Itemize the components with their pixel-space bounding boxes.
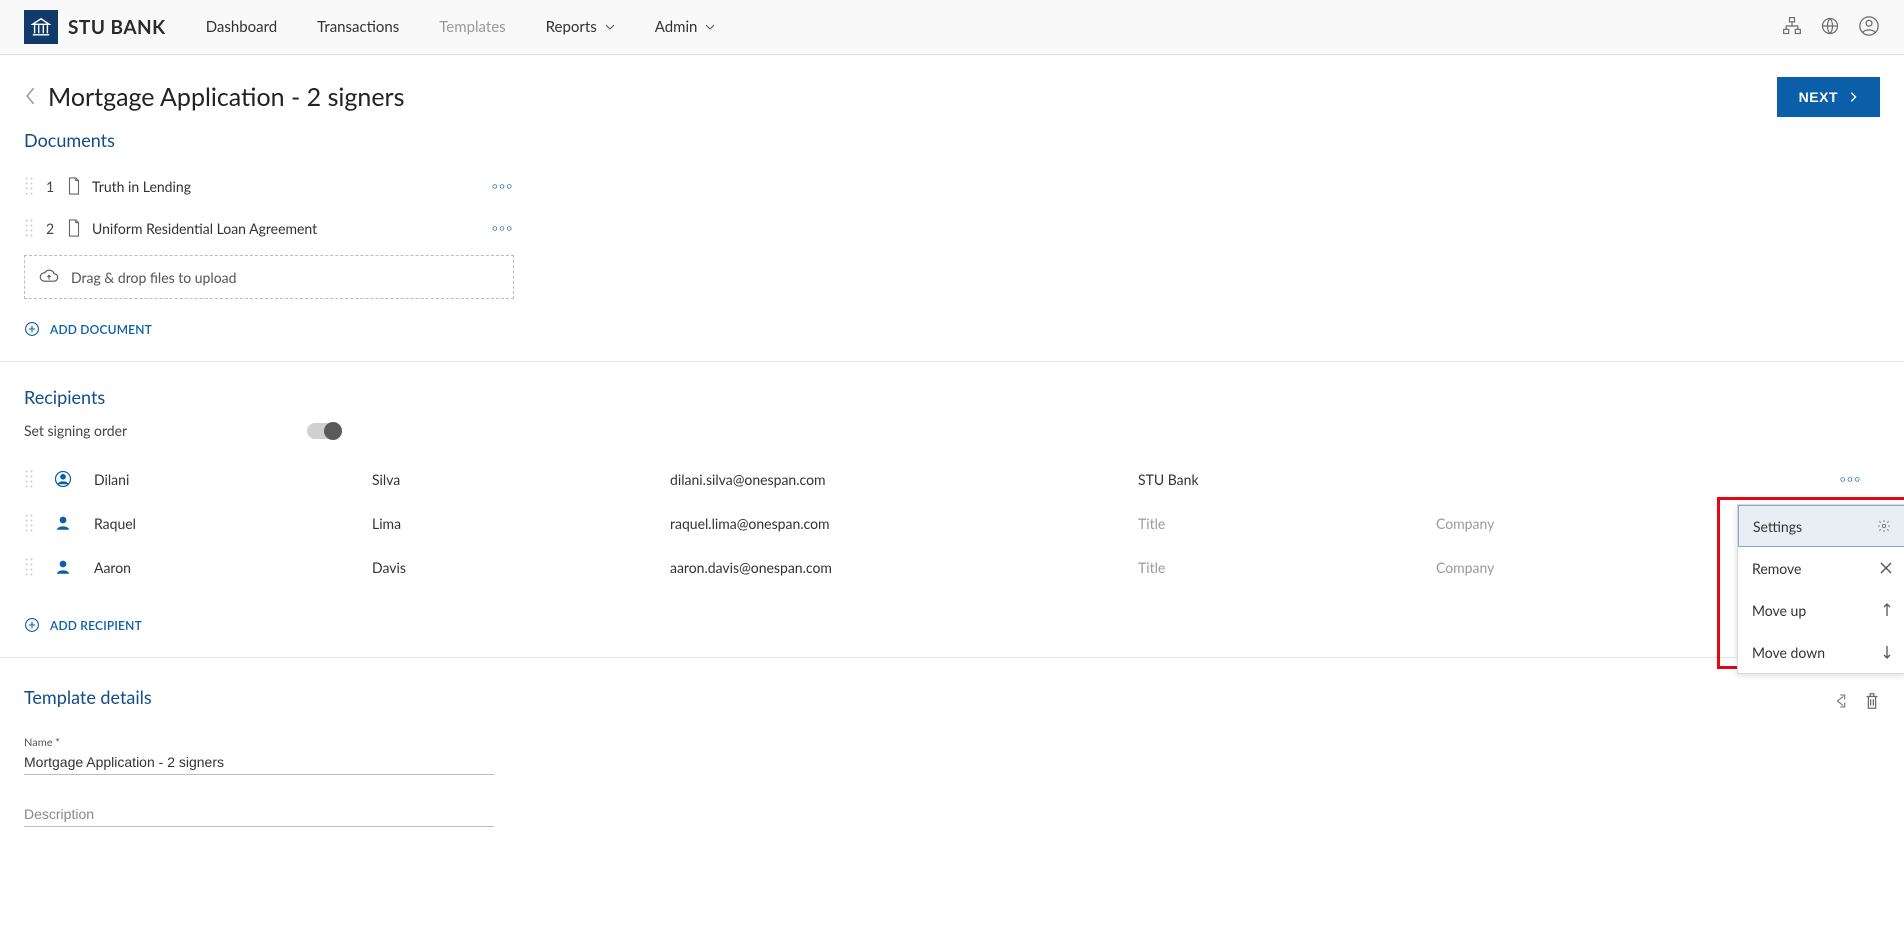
drag-handle-icon[interactable]	[24, 513, 34, 533]
trash-icon[interactable]	[1864, 692, 1880, 713]
documents-section: Documents 1 Truth in Lending ○○○ 2 Unifo…	[0, 129, 1904, 337]
recipient-row: Aaron Davis aaron.davis@onespan.com Titl…	[24, 545, 1880, 589]
add-document-button[interactable]: ADD DOCUMENT	[24, 321, 1880, 337]
chevron-down-icon	[605, 22, 615, 32]
user-circle-icon[interactable]	[1858, 15, 1880, 40]
recipients-heading: Recipients	[24, 386, 1880, 408]
ctx-remove-label: Remove	[1752, 560, 1801, 577]
drag-handle-icon[interactable]	[24, 557, 34, 577]
description-field-group	[24, 801, 494, 827]
drag-handle-icon[interactable]	[24, 469, 34, 489]
ctx-move-down[interactable]: Move down	[1738, 631, 1904, 673]
template-details-heading: Template details	[24, 686, 152, 708]
template-details-header: Template details	[24, 682, 1880, 722]
recipient-title-placeholder[interactable]: Title	[1138, 559, 1428, 576]
ctx-settings-label: Settings	[1753, 518, 1802, 535]
recipient-row: Raquel Lima raquel.lima@onespan.com Titl…	[24, 501, 1880, 545]
arrow-up-icon	[1882, 603, 1892, 617]
recipient-row: Dilani Silva dilani.silva@onespan.com ST…	[24, 457, 1880, 501]
more-actions-icon[interactable]: ○○○	[492, 181, 514, 191]
chevron-right-icon	[1848, 91, 1858, 103]
recipient-last-name[interactable]: Lima	[372, 515, 662, 532]
document-icon	[66, 177, 82, 195]
signing-order-row: Set signing order	[24, 422, 1880, 439]
nav-admin[interactable]: Admin	[655, 18, 716, 36]
globe-icon[interactable]	[1820, 16, 1840, 39]
recipient-first-name[interactable]: Aaron	[94, 559, 364, 576]
recipient-last-name[interactable]: Silva	[372, 471, 662, 488]
recipient-email[interactable]: aaron.davis@onespan.com	[670, 559, 1130, 576]
recipient-first-name[interactable]: Dilani	[94, 471, 364, 488]
arrow-down-icon	[1882, 645, 1892, 659]
recipient-company[interactable]: STU Bank	[1138, 471, 1428, 488]
document-index: 1	[44, 178, 56, 195]
dropzone-label: Drag & drop files to upload	[71, 269, 236, 286]
signing-order-label: Set signing order	[24, 422, 127, 439]
document-list: 1 Truth in Lending ○○○ 2 Uniform Residen…	[24, 165, 514, 299]
drag-handle-icon[interactable]	[24, 176, 34, 196]
template-details-section: Template details Name *	[0, 682, 1904, 827]
signer-avatar-icon	[54, 514, 86, 532]
ctx-move-up[interactable]: Move up	[1738, 589, 1904, 631]
signer-avatar-icon	[54, 558, 86, 576]
document-icon	[66, 219, 82, 237]
signing-order-toggle[interactable]	[307, 423, 341, 439]
cloud-upload-icon	[39, 269, 59, 285]
document-row[interactable]: 2 Uniform Residential Loan Agreement ○○○	[24, 207, 514, 249]
nav-templates[interactable]: Templates	[439, 18, 505, 36]
recipients-section: Recipients Set signing order Dilani Silv…	[0, 386, 1904, 633]
add-recipient-label: ADD RECIPIENT	[50, 618, 142, 633]
topnav-right	[1782, 15, 1880, 40]
template-name-input[interactable]	[24, 749, 494, 775]
recipient-context-menu: Settings Remove Move up Move down	[1737, 504, 1904, 674]
add-recipient-button[interactable]: ADD RECIPIENT	[24, 617, 1880, 633]
page-title: Mortgage Application - 2 signers	[48, 82, 1777, 112]
template-description-input[interactable]	[24, 801, 494, 827]
name-label: Name *	[24, 736, 60, 749]
share-icon[interactable]	[1832, 692, 1850, 713]
recipients-table: Dilani Silva dilani.silva@onespan.com ST…	[24, 457, 1880, 589]
name-field-group: Name *	[24, 732, 494, 775]
divider	[0, 361, 1904, 362]
brand-name: STU BANK	[68, 16, 166, 39]
documents-heading: Documents	[24, 129, 1880, 151]
bank-logo-icon	[24, 10, 58, 44]
document-name: Uniform Residential Loan Agreement	[92, 220, 482, 237]
ctx-remove[interactable]: Remove	[1738, 547, 1904, 589]
ctx-settings[interactable]: Settings	[1738, 505, 1904, 547]
divider	[0, 657, 1904, 658]
more-actions-icon[interactable]: ○○○	[1840, 474, 1880, 484]
brand-logo[interactable]: STU BANK	[24, 10, 166, 44]
ctx-move-down-label: Move down	[1752, 644, 1825, 661]
chevron-down-icon	[705, 22, 715, 32]
drag-handle-icon[interactable]	[24, 218, 34, 238]
nav-transactions[interactable]: Transactions	[317, 18, 399, 36]
page-header: Mortgage Application - 2 signers NEXT	[0, 55, 1904, 125]
owner-avatar-icon	[54, 470, 86, 488]
next-button[interactable]: NEXT	[1777, 77, 1880, 117]
next-button-label: NEXT	[1799, 89, 1838, 105]
recipient-email[interactable]: dilani.silva@onespan.com	[670, 471, 1130, 488]
sitemap-icon[interactable]	[1782, 16, 1802, 39]
recipient-title-placeholder[interactable]: Title	[1138, 515, 1428, 532]
gear-icon	[1877, 519, 1891, 533]
recipient-last-name[interactable]: Davis	[372, 559, 662, 576]
plus-circle-icon	[24, 617, 40, 633]
more-actions-icon[interactable]: ○○○	[492, 223, 514, 233]
top-nav: STU BANK Dashboard Transactions Template…	[0, 0, 1904, 55]
back-icon[interactable]	[24, 87, 38, 108]
nav-items: Dashboard Transactions Templates Reports…	[206, 18, 716, 36]
recipient-email[interactable]: raquel.lima@onespan.com	[670, 515, 1130, 532]
ctx-move-up-label: Move up	[1752, 602, 1806, 619]
add-document-label: ADD DOCUMENT	[50, 322, 152, 337]
upload-dropzone[interactable]: Drag & drop files to upload	[24, 255, 514, 299]
document-index: 2	[44, 220, 56, 237]
nav-dashboard[interactable]: Dashboard	[206, 18, 277, 36]
close-icon	[1880, 562, 1892, 574]
nav-reports[interactable]: Reports	[546, 18, 615, 36]
document-row[interactable]: 1 Truth in Lending ○○○	[24, 165, 514, 207]
document-name: Truth in Lending	[92, 178, 482, 195]
recipient-first-name[interactable]: Raquel	[94, 515, 364, 532]
plus-circle-icon	[24, 321, 40, 337]
